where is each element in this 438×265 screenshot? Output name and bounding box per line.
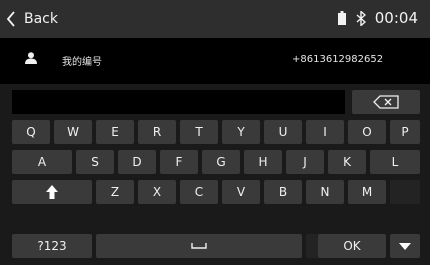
key-g[interactable]: G bbox=[202, 150, 240, 174]
battery-icon bbox=[337, 11, 346, 25]
key-a[interactable]: A bbox=[12, 150, 72, 174]
key-j[interactable]: J bbox=[286, 150, 324, 174]
key-l[interactable]: L bbox=[370, 150, 420, 174]
key-p[interactable]: P bbox=[390, 120, 420, 144]
backspace-icon bbox=[373, 95, 399, 109]
key-blank bbox=[390, 180, 420, 204]
key-n[interactable]: N bbox=[306, 180, 344, 204]
contact-bar: 我的编号 +8613612982652 bbox=[0, 38, 430, 76]
key-u[interactable]: U bbox=[264, 120, 302, 144]
key-m[interactable]: M bbox=[348, 180, 386, 204]
status-bar: Back 00:04 bbox=[0, 0, 430, 38]
keyboard: Q W E R T Y U I O P A S D F G H J K L Z … bbox=[0, 84, 430, 265]
key-s[interactable]: S bbox=[76, 150, 114, 174]
key-w[interactable]: W bbox=[54, 120, 92, 144]
key-t[interactable]: T bbox=[180, 120, 218, 144]
key-f[interactable]: F bbox=[160, 150, 198, 174]
backspace-key[interactable] bbox=[352, 90, 420, 114]
key-i[interactable]: I bbox=[306, 120, 344, 144]
key-q[interactable]: Q bbox=[12, 120, 50, 144]
key-x[interactable]: X bbox=[138, 180, 176, 204]
space-key[interactable] bbox=[96, 234, 302, 258]
space-icon bbox=[191, 243, 207, 249]
key-c[interactable]: C bbox=[180, 180, 218, 204]
key-k[interactable]: K bbox=[328, 150, 366, 174]
person-icon bbox=[25, 52, 37, 64]
chevron-down-icon bbox=[399, 242, 411, 250]
key-e[interactable]: E bbox=[96, 120, 134, 144]
hide-keyboard-key[interactable] bbox=[390, 234, 420, 258]
key-o[interactable]: O bbox=[348, 120, 386, 144]
key-d[interactable]: D bbox=[118, 150, 156, 174]
back-label: Back bbox=[24, 11, 58, 27]
key-v[interactable]: V bbox=[222, 180, 260, 204]
clock: 00:04 bbox=[374, 9, 418, 27]
key-r[interactable]: R bbox=[138, 120, 176, 144]
ok-key[interactable]: OK bbox=[318, 234, 386, 258]
back-button[interactable]: Back bbox=[6, 8, 58, 30]
key-y[interactable]: Y bbox=[222, 120, 260, 144]
screen: Back 00:04 我的编号 +8613612982652 Q W E R T… bbox=[0, 0, 430, 265]
status-icons: 00:04 bbox=[337, 9, 418, 27]
key-b[interactable]: B bbox=[264, 180, 302, 204]
symbols-key[interactable]: ?123 bbox=[12, 234, 92, 258]
contact-name: 我的编号 bbox=[62, 57, 102, 68]
chevron-left-icon bbox=[6, 11, 15, 27]
contact-number: +8613612982652 bbox=[292, 54, 384, 65]
shift-key[interactable] bbox=[12, 180, 92, 204]
text-input[interactable] bbox=[12, 90, 345, 114]
shift-icon bbox=[46, 185, 58, 199]
key-z[interactable]: Z bbox=[96, 180, 134, 204]
bluetooth-icon bbox=[356, 10, 366, 26]
key-h[interactable]: H bbox=[244, 150, 282, 174]
